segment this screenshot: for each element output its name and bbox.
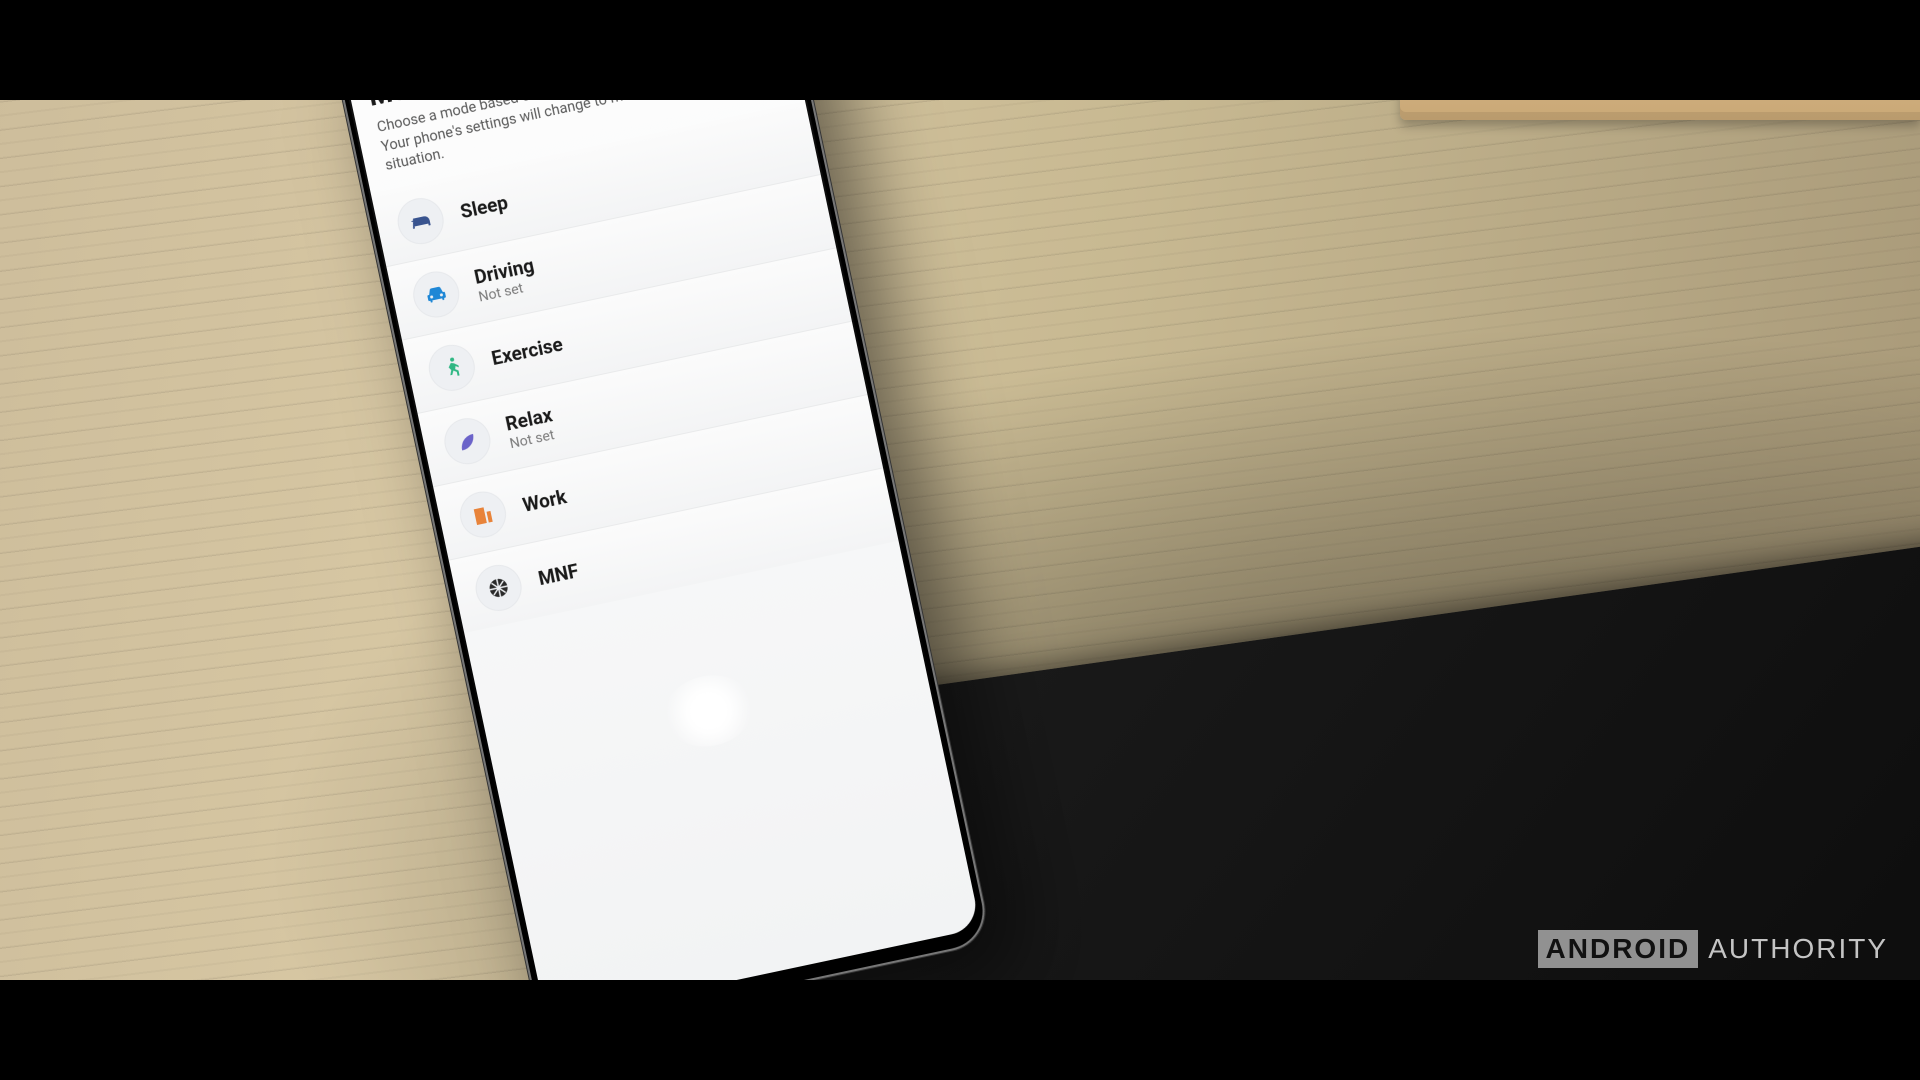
letterbox-top [0,0,1920,100]
ball-icon [471,560,526,615]
bed-icon [393,194,448,249]
watermark-boxed: ANDROID [1538,930,1699,968]
building-icon [456,487,511,542]
letterbox-bottom [0,980,1920,1080]
mode-label: Exercise [489,333,564,371]
camera-flash-glare [657,667,760,754]
watermark: ANDROID AUTHORITY [1538,930,1888,968]
mode-label: Work [521,485,569,517]
photo-scene: 1:28 ⚙ ✸ ▷ • ⏰ LTE 📶 100% ▮ [0,0,1920,1080]
watermark-plain: AUTHORITY [1708,933,1888,965]
car-icon [409,267,464,322]
mode-label: Sleep [458,191,510,223]
modes-list: Sleep Driving Not set [371,101,899,633]
running-icon [424,340,479,395]
mode-label: MNF [536,559,580,590]
leaf-icon [440,414,495,469]
